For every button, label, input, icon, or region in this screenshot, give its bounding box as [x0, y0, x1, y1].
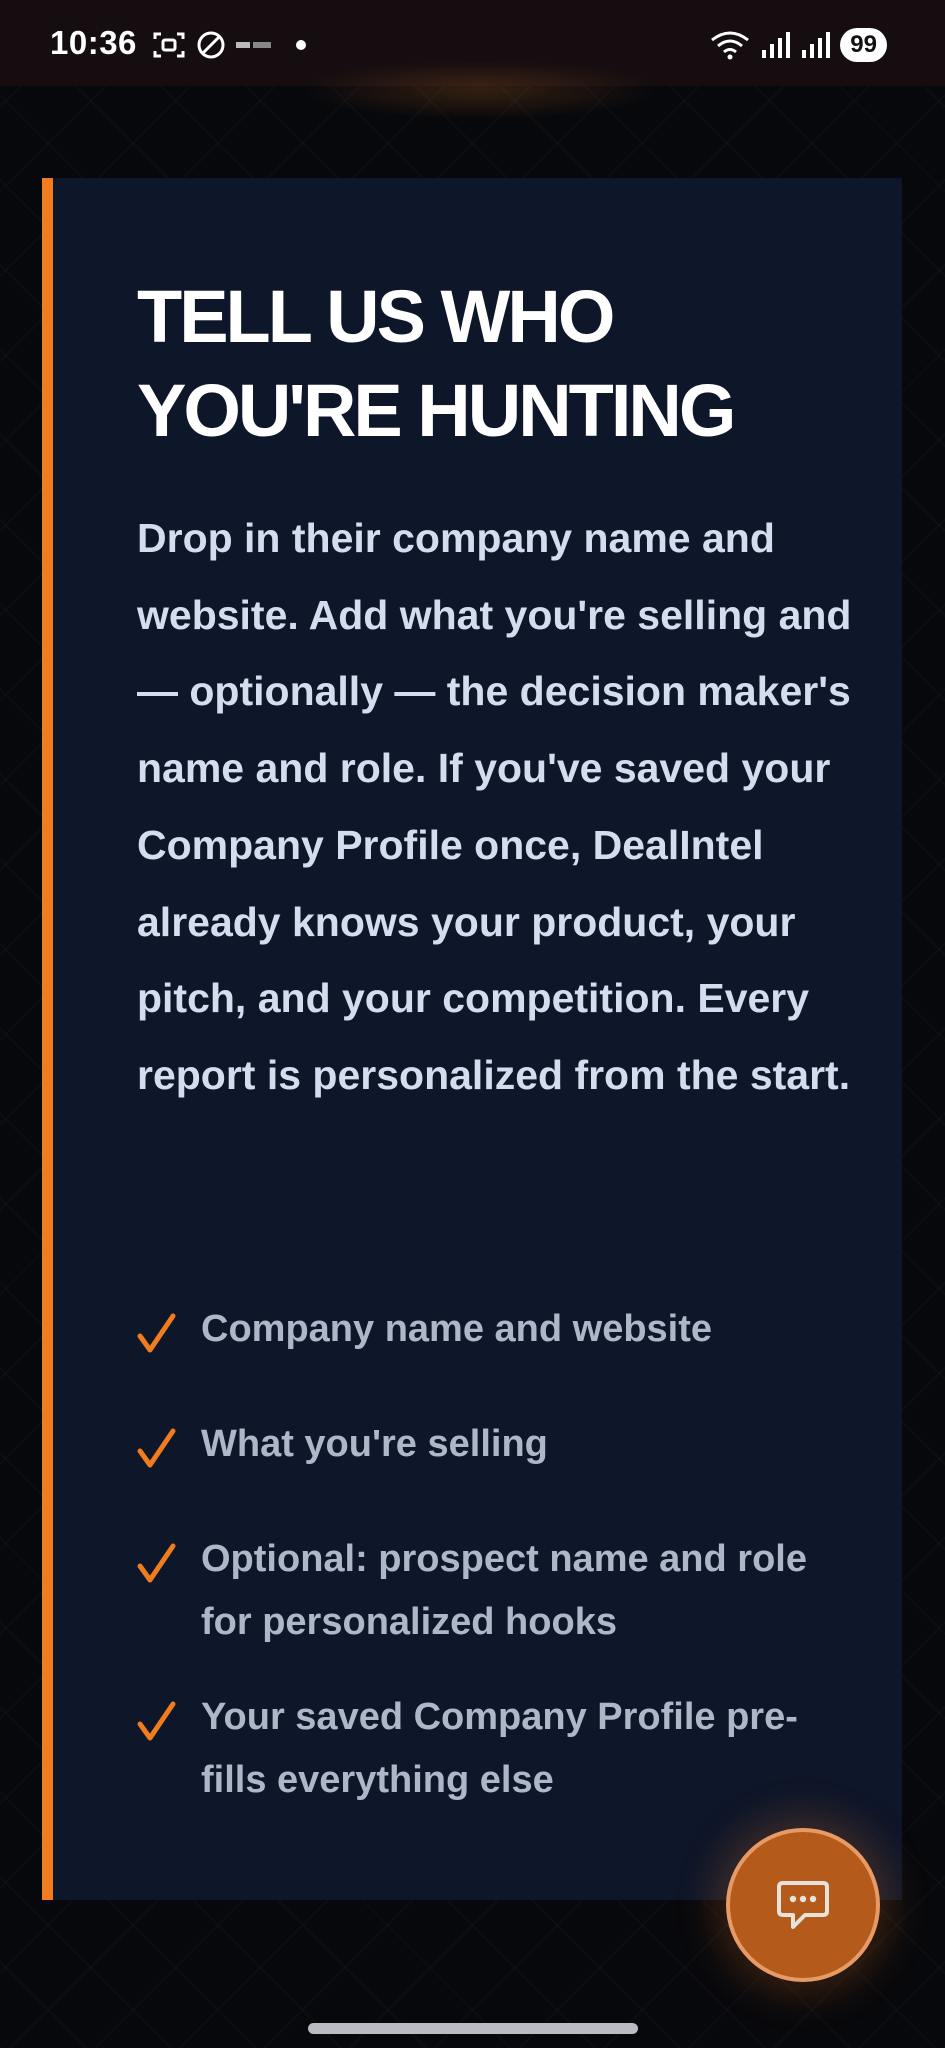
checkmark-icon — [137, 1428, 176, 1468]
chat-button[interactable] — [726, 1828, 880, 1982]
checkmark-icon — [137, 1701, 176, 1741]
signal-icon — [762, 32, 791, 58]
screen: 10:36 99 TELL US WHO YOU'RE HUNTING Drop… — [0, 0, 945, 2048]
decorative-glow — [300, 60, 660, 120]
battery-indicator: 99 — [840, 28, 887, 62]
wifi-icon — [711, 31, 750, 60]
checklist-item-text: Optional: prospect name and role for per… — [201, 1538, 807, 1643]
checklist-item-text: Company name and website — [201, 1308, 713, 1350]
checkmark-icon — [137, 1543, 176, 1583]
do-not-disturb-icon — [197, 31, 225, 59]
status-icons-left — [152, 30, 306, 60]
notification-icon — [236, 42, 271, 48]
status-icons-right: 99 — [710, 28, 887, 62]
section-title-line1: TELL US WHO — [137, 275, 615, 358]
section-title-line2: YOU'RE HUNTING — [137, 369, 736, 452]
status-time: 10:36 — [50, 24, 137, 61]
home-indicator[interactable] — [308, 2023, 638, 2034]
screenshot-icon — [153, 32, 185, 58]
checklist-item-text: Your saved Company Profile pre-fills eve… — [201, 1696, 798, 1801]
checklist-item-text: What you're selling — [201, 1423, 548, 1465]
chat-bubble-icon — [777, 1881, 829, 1929]
checkmark-icon — [137, 1313, 176, 1353]
notification-dot — [296, 40, 306, 50]
section-title: TELL US WHO YOU'RE HUNTING — [137, 270, 857, 458]
signal-icon-2 — [802, 32, 831, 58]
feature-card: TELL US WHO YOU'RE HUNTING Drop in their… — [42, 178, 902, 1900]
section-description: Drop in their company name and website. … — [137, 515, 852, 1098]
